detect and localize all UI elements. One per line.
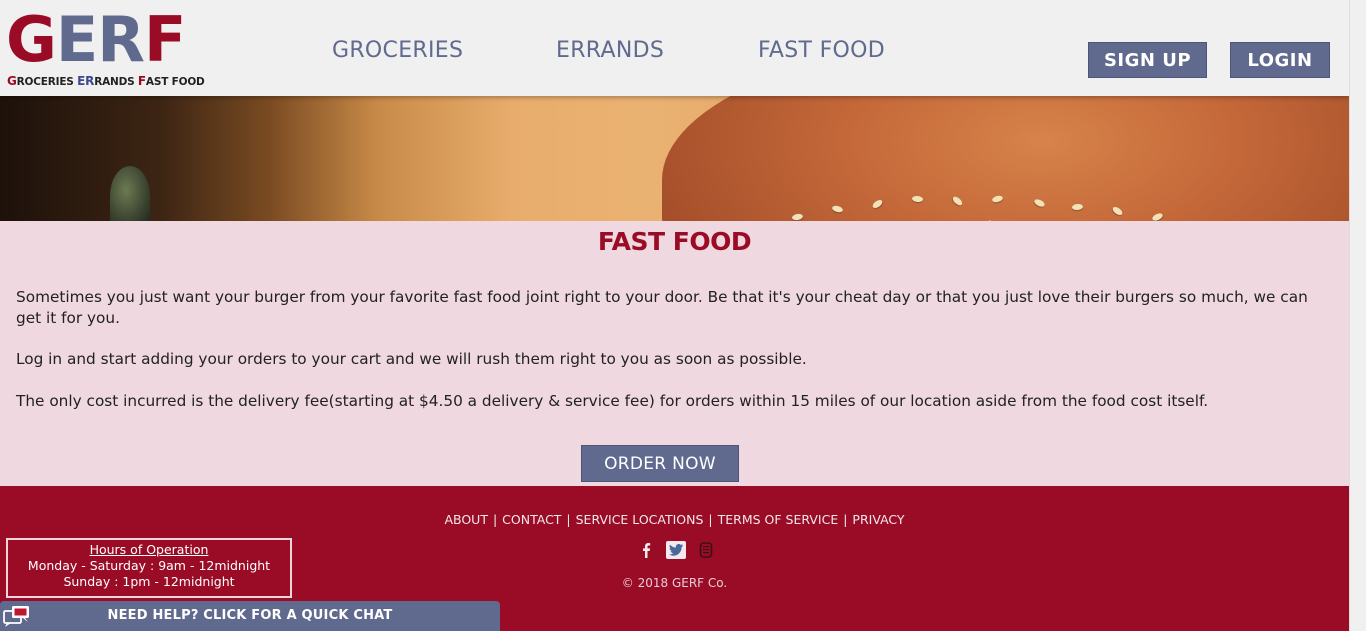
logo-wordmark: GERF	[6, 8, 186, 72]
gerf-logo[interactable]: GERF GROCERIES ERRANDS FAST FOOD	[6, 8, 216, 90]
social-links	[636, 541, 716, 559]
tagline-ast-food: AST FOOD	[145, 76, 205, 88]
vertical-scrollbar[interactable]	[1349, 0, 1366, 631]
logo-tagline: GROCERIES ERRANDS FAST FOOD	[7, 74, 205, 88]
order-now-button[interactable]: ORDER NOW	[581, 445, 739, 482]
tagline-g: G	[7, 74, 17, 88]
logo-letter-g: G	[6, 3, 57, 76]
section-title: FAST FOOD	[597, 227, 752, 256]
footer-link-privacy[interactable]: PRIVACY	[852, 512, 904, 527]
footer-separator: |	[492, 512, 498, 527]
footer-link-about[interactable]: ABOUT	[444, 512, 488, 527]
footer-link-service-locations[interactable]: SERVICE LOCATIONS	[576, 512, 704, 527]
nav-fast-food[interactable]: FAST FOOD	[758, 38, 885, 63]
tagline-roceries: ROCERIES	[16, 76, 78, 88]
footer-links: ABOUT | CONTACT | SERVICE LOCATIONS | TE…	[0, 512, 1349, 527]
hours-title: Hours of Operation	[89, 542, 209, 557]
site-header: GERF GROCERIES ERRANDS FAST FOOD GROCERI…	[0, 0, 1349, 96]
tagline-f: F	[137, 74, 146, 88]
hours-sunday: Sunday : 1pm - 12midnight	[63, 574, 235, 589]
ordering-paragraph: Log in and start adding your orders to y…	[16, 350, 807, 368]
hours-of-operation: Hours of Operation Monday - Saturday : 9…	[6, 538, 292, 598]
footer-separator: |	[843, 512, 848, 527]
footer-separator: |	[708, 512, 713, 527]
hero-banner-image	[0, 96, 1349, 221]
nav-errands[interactable]: ERRANDS	[556, 38, 664, 63]
herb-garnish	[110, 166, 150, 221]
tagline-rands: RANDS	[94, 76, 138, 88]
footer-link-terms[interactable]: TERMS OF SERVICE	[718, 512, 839, 527]
footer-link-contact[interactable]: CONTACT	[502, 512, 561, 527]
sign-up-button[interactable]: SIGN UP	[1088, 42, 1207, 78]
facebook-icon[interactable]	[636, 541, 656, 559]
footer-separator: |	[566, 512, 571, 527]
quick-chat-bar[interactable]: NEED HELP? CLICK FOR A QUICK CHAT	[0, 601, 500, 631]
nav-groceries[interactable]: GROCERIES	[332, 38, 463, 63]
tagline-er: ER	[77, 74, 95, 88]
logo-letter-f: F	[143, 3, 186, 76]
quick-chat-label: NEED HELP? CLICK FOR A QUICK CHAT	[107, 608, 393, 623]
instagram-icon[interactable]	[696, 541, 716, 559]
logo-letters-er: ER	[55, 3, 145, 76]
twitter-icon[interactable]	[666, 541, 686, 559]
login-button[interactable]: LOGIN	[1230, 42, 1330, 78]
burger-bun	[662, 96, 1349, 221]
cost-paragraph: The only cost incurred is the delivery f…	[16, 392, 1209, 410]
intro-paragraph: Sometimes you just want your burger from…	[16, 288, 1308, 327]
fast-food-section: FAST FOOD Sometimes you just want your b…	[0, 221, 1349, 486]
hours-weekday: Monday - Saturday : 9am - 12midnight	[27, 558, 271, 573]
page: GERF GROCERIES ERRANDS FAST FOOD GROCERI…	[0, 0, 1366, 631]
